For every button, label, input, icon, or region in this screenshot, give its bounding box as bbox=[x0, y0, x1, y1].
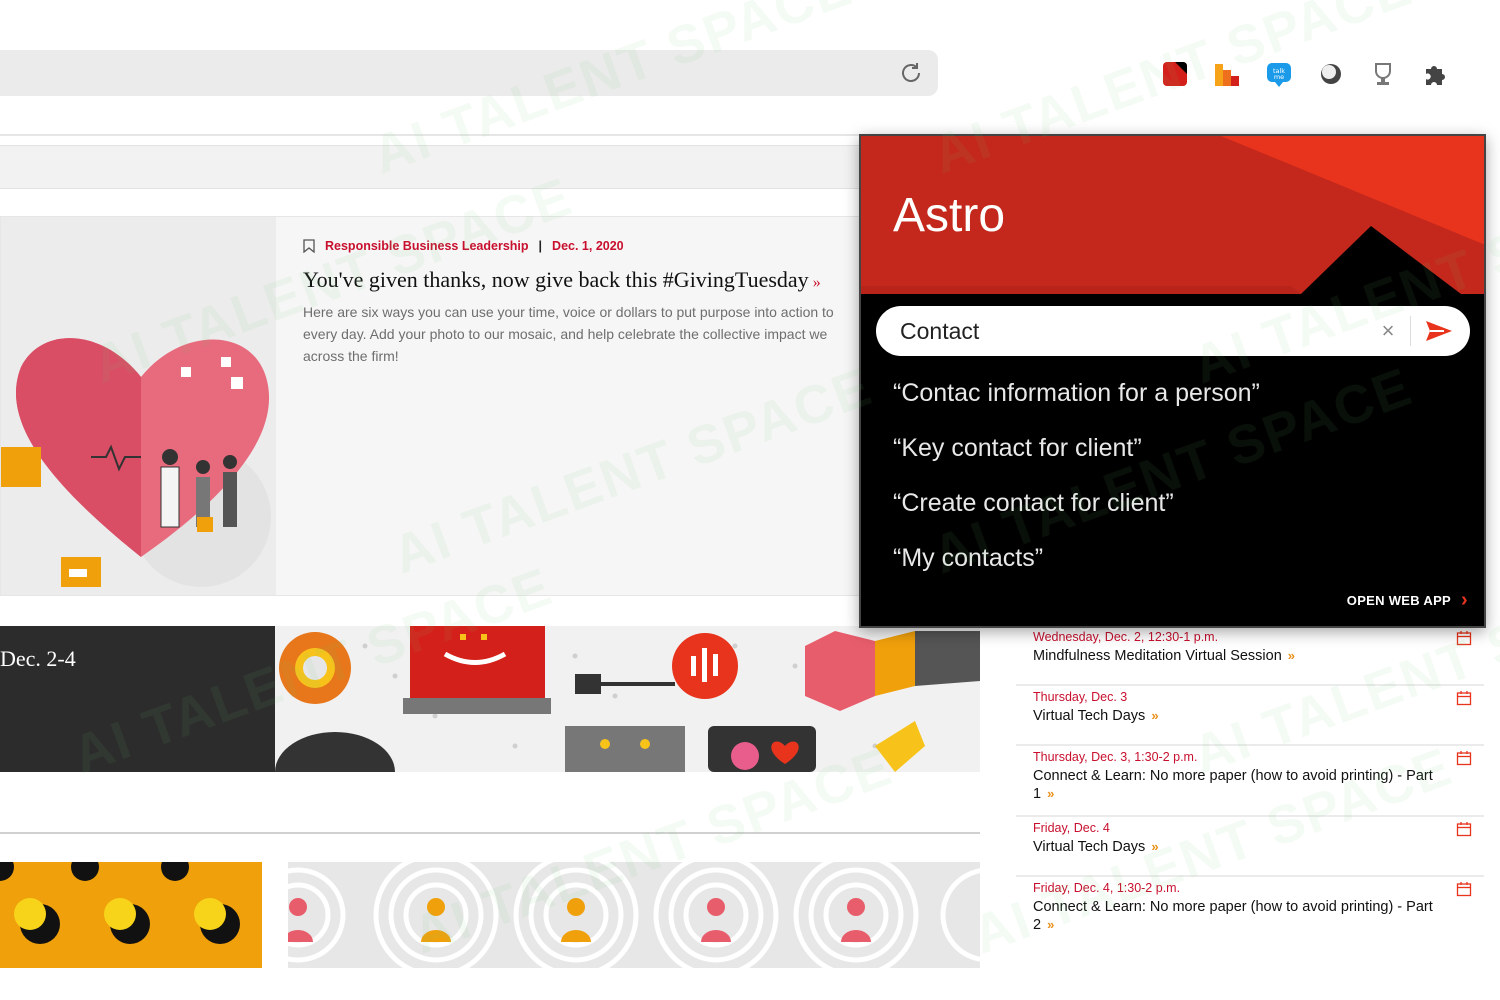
tech-days-banner[interactable]: Dec. 2-4 bbox=[0, 626, 275, 772]
article-category[interactable]: Responsible Business Leadership bbox=[325, 239, 529, 253]
add-to-calendar-icon[interactable] bbox=[1456, 630, 1472, 646]
add-to-calendar-icon[interactable] bbox=[1456, 690, 1472, 706]
article-date: Dec. 1, 2020 bbox=[552, 239, 624, 253]
puzzle-icon[interactable] bbox=[1420, 59, 1450, 89]
svg-text:me: me bbox=[1274, 73, 1284, 81]
meta-separator: | bbox=[538, 239, 543, 253]
event-title[interactable]: Connect & Learn: No more paper (how to a… bbox=[1033, 898, 1434, 934]
chevron-right-icon: » bbox=[1151, 708, 1159, 723]
search-divider bbox=[1410, 316, 1411, 346]
astro-search-input[interactable] bbox=[900, 314, 1360, 348]
suggestion-item[interactable]: “Contac information for a person” bbox=[893, 376, 1260, 431]
event-title-text[interactable]: Connect & Learn: No more paper (how to a… bbox=[1033, 899, 1433, 933]
reload-icon[interactable] bbox=[898, 60, 924, 86]
event-time: Thursday, Dec. 3 bbox=[1033, 690, 1128, 704]
suggestion-item[interactable]: “My contacts” bbox=[893, 541, 1260, 596]
article-meta: Responsible Business Leadership | Dec. 1… bbox=[303, 239, 869, 253]
event-time: Friday, Dec. 4 bbox=[1033, 821, 1110, 835]
astro-search-bar: × bbox=[876, 306, 1470, 356]
trophy-icon[interactable] bbox=[1368, 59, 1398, 89]
event-time: Wednesday, Dec. 2, 12:30-1 p.m. bbox=[1033, 630, 1219, 644]
people-rings-illustration bbox=[288, 862, 980, 968]
banner-date: Dec. 2-4 bbox=[0, 646, 76, 671]
open-web-app-label[interactable]: OPEN WEB APP bbox=[1347, 593, 1451, 608]
astro-popup: Astro × “Contac information for a person… bbox=[859, 134, 1486, 628]
clear-icon[interactable]: × bbox=[1376, 318, 1400, 344]
open-web-app-link[interactable]: OPEN WEB APP › bbox=[1347, 589, 1468, 612]
article-illustration bbox=[1, 217, 276, 595]
event-item[interactable]: Thursday, Dec. 3, 1:30-2 p.m. Connect & … bbox=[1016, 746, 1484, 817]
extension-toolbar: talk me bbox=[1160, 56, 1450, 92]
red-square-icon[interactable] bbox=[1160, 59, 1190, 89]
event-title[interactable]: Connect & Learn: No more paper (how to a… bbox=[1033, 767, 1434, 803]
subnav-bar bbox=[0, 145, 880, 189]
chevron-right-icon: › bbox=[1461, 589, 1468, 611]
event-title-text[interactable]: Virtual Tech Days bbox=[1033, 839, 1145, 855]
event-title-text[interactable]: Virtual Tech Days bbox=[1033, 708, 1145, 724]
event-title-text[interactable]: Connect & Learn: No more paper (how to a… bbox=[1033, 768, 1433, 802]
chevron-right-icon: » bbox=[1287, 648, 1296, 663]
event-item[interactable]: Friday, Dec. 4 Virtual Tech Days » bbox=[1016, 817, 1484, 877]
article-title-text[interactable]: You've given thanks, now give back this … bbox=[303, 267, 809, 292]
tech-days-illustration bbox=[275, 626, 980, 772]
events-list: Wednesday, Dec. 2, 12:30-1 p.m. Mindfuln… bbox=[1016, 626, 1484, 946]
article-title[interactable]: You've given thanks, now give back this … bbox=[303, 267, 869, 293]
astro-title: Astro bbox=[893, 189, 1006, 242]
bookmark-icon[interactable] bbox=[303, 239, 315, 253]
read-more-icon[interactable]: » bbox=[813, 274, 821, 291]
article-card[interactable]: Responsible Business Leadership | Dec. 1… bbox=[0, 216, 870, 596]
event-title-text[interactable]: Mindfulness Meditation Virtual Session bbox=[1033, 648, 1282, 664]
address-bar[interactable] bbox=[0, 50, 938, 96]
event-title[interactable]: Virtual Tech Days » bbox=[1033, 707, 1434, 725]
suggestion-item[interactable]: “Create contact for client” bbox=[893, 486, 1260, 541]
event-title[interactable]: Mindfulness Meditation Virtual Session » bbox=[1033, 647, 1434, 665]
add-to-calendar-icon[interactable] bbox=[1456, 881, 1472, 897]
article-body: Responsible Business Leadership | Dec. 1… bbox=[303, 239, 869, 367]
event-time: Thursday, Dec. 3, 1:30-2 p.m. bbox=[1033, 750, 1198, 764]
add-to-calendar-icon[interactable] bbox=[1456, 750, 1472, 766]
chevron-right-icon: » bbox=[1151, 839, 1159, 854]
grey-circle-icon[interactable] bbox=[1316, 59, 1346, 89]
event-item[interactable]: Thursday, Dec. 3 Virtual Tech Days » bbox=[1016, 686, 1484, 746]
divider bbox=[0, 832, 980, 834]
chat-bubble-icon[interactable]: talk me bbox=[1264, 59, 1294, 89]
event-item[interactable]: Wednesday, Dec. 2, 12:30-1 p.m. Mindfuln… bbox=[1016, 626, 1484, 686]
divider bbox=[0, 134, 880, 136]
send-icon[interactable] bbox=[1424, 318, 1454, 344]
dots-tile-illustration bbox=[0, 862, 262, 968]
chevron-right-icon: » bbox=[1047, 786, 1055, 801]
article-description: Here are six ways you can use your time,… bbox=[303, 304, 834, 364]
orange-bars-icon[interactable] bbox=[1212, 59, 1242, 89]
event-time: Friday, Dec. 4, 1:30-2 p.m. bbox=[1033, 881, 1181, 895]
event-title[interactable]: Virtual Tech Days » bbox=[1033, 838, 1434, 856]
event-item[interactable]: Friday, Dec. 4, 1:30-2 p.m. Connect & Le… bbox=[1016, 877, 1484, 946]
astro-suggestions: “Contac information for a person” “Key c… bbox=[893, 376, 1260, 596]
chevron-right-icon: » bbox=[1047, 917, 1055, 932]
add-to-calendar-icon[interactable] bbox=[1456, 821, 1472, 837]
suggestion-item[interactable]: “Key contact for client” bbox=[893, 431, 1260, 486]
